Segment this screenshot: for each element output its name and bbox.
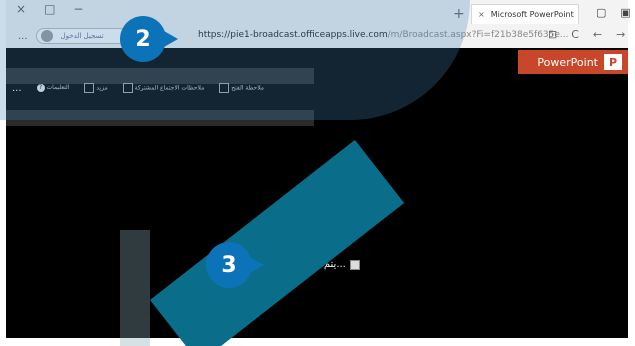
forward-icon[interactable]: →	[616, 28, 625, 41]
powerpoint-logo-icon: P	[604, 54, 622, 70]
back-icon[interactable]: ←	[593, 28, 602, 41]
powerpoint-badge-label: PowerPoint	[537, 55, 598, 69]
tab-title: Microsoft PowerPoint	[490, 10, 574, 19]
screenshot-frame: × □ − + × Microsoft PowerPoint ▢ ▣ ... ت…	[0, 0, 635, 346]
address-icons: ⊡ C ← →	[548, 28, 625, 41]
tab-powerpoint[interactable]: × Microsoft PowerPoint	[471, 4, 579, 24]
watermark-shape	[0, 0, 470, 120]
powerpoint-badge: PowerPoint P	[518, 50, 628, 74]
broken-image-icon	[349, 259, 360, 270]
watermark-bar	[120, 230, 150, 346]
tab-action-icon[interactable]: ▢	[596, 6, 606, 19]
lock-icon[interactable]: ⊡	[548, 28, 557, 41]
step-2-callout: 2	[120, 16, 178, 62]
tab-actions: ▢ ▣	[596, 6, 631, 19]
window-menu-icon[interactable]: ▣	[620, 6, 630, 19]
reload-icon[interactable]: C	[571, 28, 579, 41]
tab-close-icon[interactable]: ×	[478, 10, 485, 19]
step-3-callout: 3	[206, 242, 264, 288]
